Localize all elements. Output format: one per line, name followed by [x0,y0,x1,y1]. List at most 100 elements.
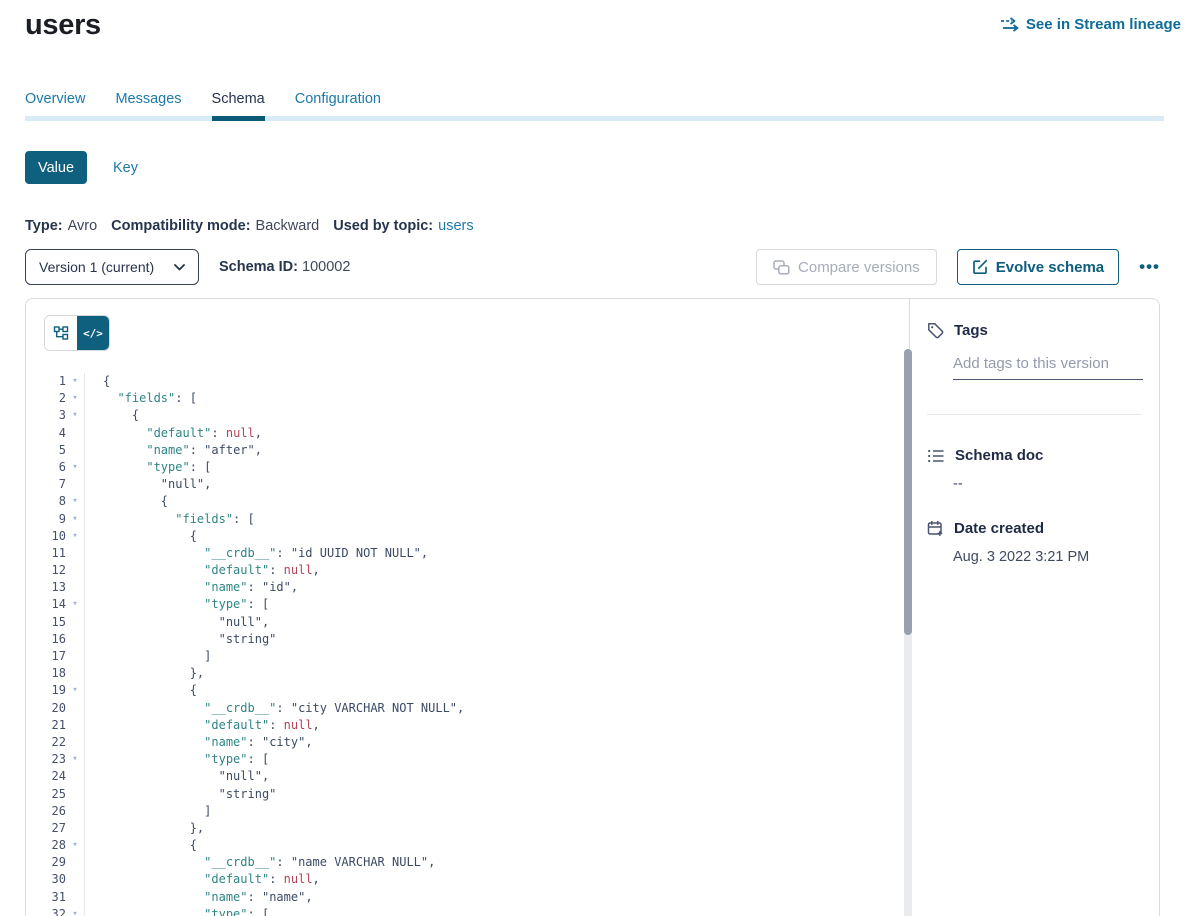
version-select[interactable]: Version 1 (current) [25,249,199,285]
schema-panel: </> 1▾{2▾ "fields": [3▾ {4 "default": nu… [25,298,1160,916]
line-number: 6 [40,459,66,476]
chevron-down-icon [174,264,185,271]
schema-doc-value: -- [953,476,1143,492]
line-number: 31 [40,889,66,906]
section-divider [927,414,1141,415]
schema-doc-heading: Schema doc [955,447,1043,464]
fold-arrow-icon[interactable]: ▾ [66,596,84,613]
code-text: "fields": [ [84,390,197,407]
code-text: "__crdb__": "city VARCHAR NOT NULL", [84,700,464,717]
scrollbar[interactable] [904,349,912,916]
line-number: 5 [40,442,66,459]
fold-arrow-icon[interactable]: ▾ [66,837,84,854]
stream-lineage-label: See in Stream lineage [1026,16,1181,33]
schema-id-value: 100002 [302,259,350,275]
scrollbar-thumb[interactable] [904,349,912,635]
line-number: 9 [40,511,66,528]
fold-arrow-spacer [66,734,84,751]
fold-arrow-spacer [66,614,84,631]
tags-input[interactable] [953,355,1143,380]
stream-lineage-link[interactable]: See in Stream lineage [1000,16,1181,33]
code-text: "type": [ [84,751,269,768]
value-button[interactable]: Value [25,151,87,184]
tab-messages[interactable]: Messages [115,91,181,116]
schema-code-area: </> 1▾{2▾ "fields": [3▾ {4 "default": nu… [26,299,909,916]
code-text: { [84,373,110,390]
fold-arrow-icon[interactable]: ▾ [66,511,84,528]
line-number: 18 [40,665,66,682]
fold-arrow-icon[interactable]: ▾ [66,390,84,407]
code-line: 32▾ "type": [ [40,906,909,916]
tree-view-button[interactable] [45,316,77,350]
fold-arrow-icon[interactable]: ▾ [66,682,84,699]
more-options-button[interactable]: ••• [1135,257,1164,277]
code-line: 12 "default": null, [40,562,909,579]
code-text: "name": "after", [84,442,262,459]
tab-overview[interactable]: Overview [25,91,85,116]
line-number: 23 [40,751,66,768]
value-key-toggle: Value Key [25,151,1164,184]
code-line: 22 "name": "city", [40,734,909,751]
fold-arrow-spacer [66,854,84,871]
page-title: users [25,8,101,42]
evolve-schema-label: Evolve schema [996,259,1104,276]
topic-link[interactable]: users [438,218,473,234]
code-text: "__crdb__": "id UUID NOT NULL", [84,545,428,562]
fold-arrow-icon[interactable]: ▾ [66,906,84,916]
fold-arrow-icon[interactable]: ▾ [66,459,84,476]
fold-arrow-icon[interactable]: ▾ [66,528,84,545]
compare-versions-button[interactable]: Compare versions [756,249,937,285]
line-number: 17 [40,648,66,665]
code-line: 5 "name": "after", [40,442,909,459]
key-button[interactable]: Key [113,160,138,176]
code-text: ] [84,648,211,665]
code-line: 24 "null", [40,768,909,785]
code-line: 19▾ { [40,682,909,699]
line-number: 19 [40,682,66,699]
evolve-schema-button[interactable]: Evolve schema [957,249,1119,285]
fold-arrow-icon[interactable]: ▾ [66,751,84,768]
line-number: 24 [40,768,66,785]
tab-schema[interactable]: Schema [212,91,265,116]
code-line: 31 "name": "name", [40,889,909,906]
code-line: 29 "__crdb__": "name VARCHAR NULL", [40,854,909,871]
code-line: 6▾ "type": [ [40,459,909,476]
code-line: 27 }, [40,820,909,837]
tab-configuration[interactable]: Configuration [295,91,381,116]
code-view-icon: </> [83,327,103,340]
fold-arrow-spacer [66,562,84,579]
code-text: "string" [84,631,276,648]
code-line: 2▾ "fields": [ [40,390,909,407]
code-line: 8▾ { [40,493,909,510]
used-by-topic-label: Used by topic: [333,218,433,234]
code-view-button[interactable]: </> [77,316,109,350]
code-line: 9▾ "fields": [ [40,511,909,528]
line-number: 13 [40,579,66,596]
compare-versions-icon [773,260,790,275]
code-text: ] [84,803,211,820]
code-line: 17 ] [40,648,909,665]
code-text: { [84,493,168,510]
fold-arrow-icon[interactable]: ▾ [66,407,84,424]
line-number: 28 [40,837,66,854]
schema-page: users See in Stream lineage Overview Mes… [0,0,1189,916]
line-number: 11 [40,545,66,562]
version-select-value: Version 1 (current) [39,259,154,275]
type-label: Type: [25,218,63,234]
code-text: "name": "name", [84,889,313,906]
fold-arrow-spacer [66,717,84,734]
line-number: 7 [40,476,66,493]
code-text: { [84,682,197,699]
fold-arrow-icon[interactable]: ▾ [66,493,84,510]
fold-arrow-spacer [66,442,84,459]
code-line: 10▾ { [40,528,909,545]
line-number: 20 [40,700,66,717]
code-text: "name": "id", [84,579,298,596]
fold-arrow-spacer [66,579,84,596]
code-text: "name": "city", [84,734,313,751]
line-number: 14 [40,596,66,613]
date-created-value: Aug. 3 2022 3:21 PM [953,549,1143,565]
code-line: 11 "__crdb__": "id UUID NOT NULL", [40,545,909,562]
fold-arrow-icon[interactable]: ▾ [66,373,84,390]
code-line: 13 "name": "id", [40,579,909,596]
